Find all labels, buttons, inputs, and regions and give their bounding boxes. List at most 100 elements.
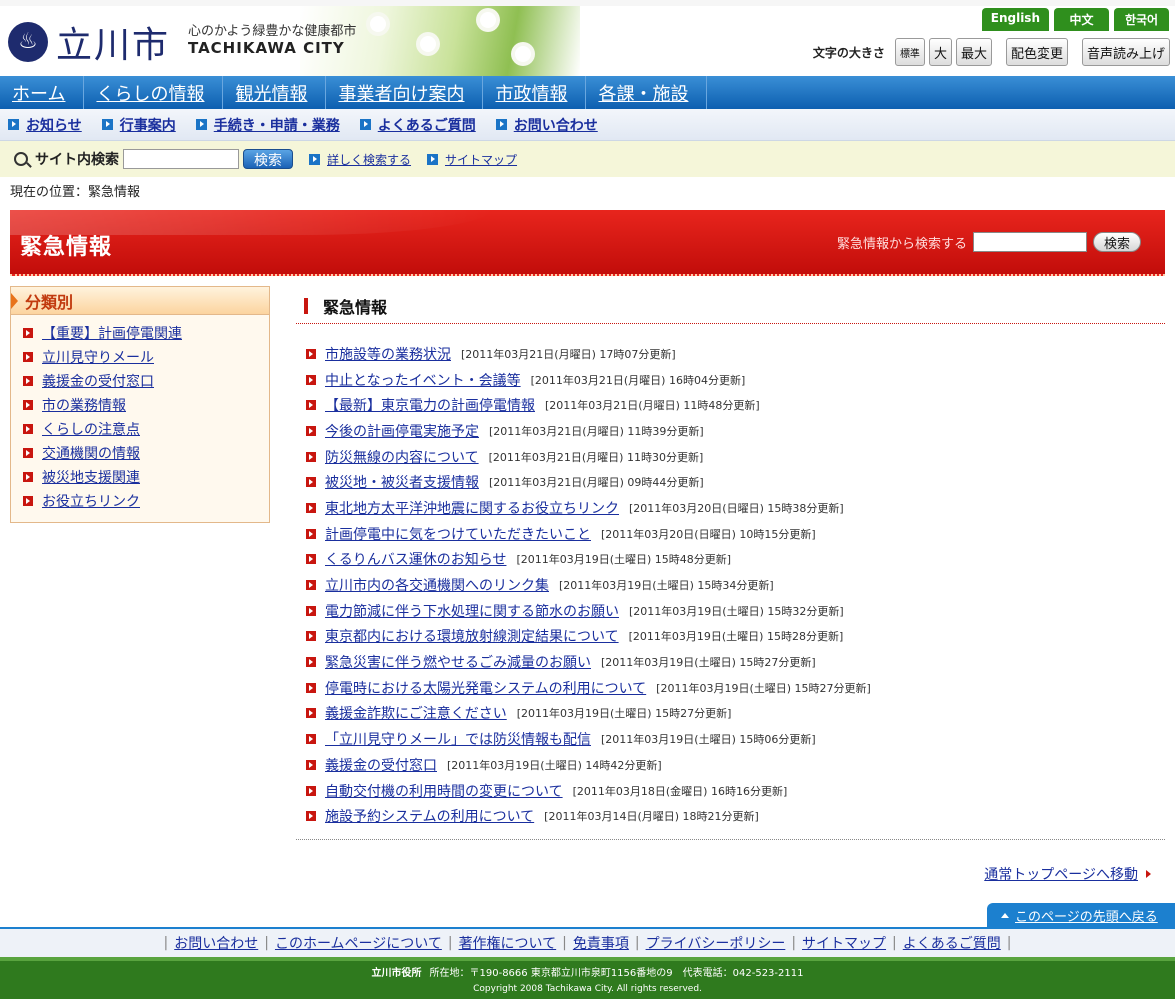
sidebar-item-link[interactable]: 【重要】計画停電関連 [42,323,182,343]
sidebar-item[interactable]: 交通機関の情報 [23,441,269,465]
news-item-date: [2011年03月18日(金曜日) 16時16分更新] [572,784,788,798]
snav-item-events[interactable]: 行事案内 [101,115,176,135]
footer-nav-link[interactable]: サイトマップ [802,933,886,953]
language-switcher: English 中文 한국어 [981,8,1169,31]
color-change-button[interactable]: 配色変更 [1005,38,1068,66]
news-item-link[interactable]: 東北地方太平洋沖地震に関するお役立ちリンク [325,498,619,518]
snav-item-faq[interactable]: よくあるご質問 [359,115,476,135]
news-item-date: [2011年03月19日(土曜日) 15時06分更新] [601,733,816,747]
sidebar-item-link[interactable]: 立川見守りメール [42,347,154,367]
news-item-link[interactable]: 義援金詐欺にご注意ください [325,703,507,723]
city-name-logo[interactable]: 立川市 [56,16,170,68]
voice-read-button[interactable]: 音声読み上げ [1081,38,1170,66]
news-item-link[interactable]: 市施設等の業務状況 [325,344,451,364]
news-item-link[interactable]: 電力節減に伴う下水処理に関する節水のお願い [325,601,619,621]
snav-link[interactable]: 手続き・申請・業務 [214,115,340,135]
emergency-search-button[interactable]: 検索 [1092,232,1141,252]
sitemap-link[interactable]: サイトマップ [427,151,517,168]
lang-english-button[interactable]: English [981,8,1049,31]
news-item-link[interactable]: 停電時における太陽光発電システムの利用について [325,678,646,698]
sidebar-item[interactable]: 【重要】計画停電関連 [23,321,269,345]
footer-nav-link[interactable]: お問い合わせ [174,933,258,953]
snav-item-procedures[interactable]: 手続き・申請・業務 [195,115,340,135]
arrow-icon [23,448,33,458]
sidebar-item[interactable]: 立川見守りメール [23,345,269,369]
page-top-button[interactable]: このページの先頭へ戻る [987,903,1175,927]
news-list: 市施設等の業務状況 [2011年03月21日(月曜日) 17時07分更新] 中止とな… [296,341,1165,829]
city-name-en: TACHIKAWA CITY [188,39,345,57]
footer-nav-link[interactable]: 免責事項 [573,933,629,953]
news-item: 義援金詐欺にご注意ください [2011年03月19日(土曜日) 15時27分更新] [306,701,1165,727]
sidebar-item[interactable]: 被災地支援関連 [23,465,269,489]
sidebar-item[interactable]: くらしの注意点 [23,417,269,441]
main-header: 緊急情報 [296,288,1165,324]
news-item-link[interactable]: 防災無線の内容について [325,447,479,467]
gnav-city-admin[interactable]: 市政情報 [483,76,587,109]
news-item-link[interactable]: 「立川見守りメール」では防災情報も配信 [325,729,591,749]
news-item-date: [2011年03月20日(日曜日) 15時38分更新] [629,501,844,515]
snav-link[interactable]: お問い合わせ [514,115,598,135]
news-item-link[interactable]: 緊急災害に伴う燃やせるごみ減量のお願い [325,652,591,672]
sidebar-item[interactable]: 市の業務情報 [23,393,269,417]
detailed-search-text[interactable]: 詳しく検索する [327,151,411,168]
sidebar-item-link[interactable]: 市の業務情報 [42,395,126,415]
news-item-link[interactable]: 義援金の受付窓口 [325,755,437,775]
category-sidebar: 分類別 【重要】計画停電関連 立川見守りメール 義援金の受付窓口 市の業務情報 くらしの… [10,286,270,523]
site-search-input[interactable] [123,149,239,169]
gnav-home[interactable]: ホーム [0,76,85,109]
news-item: 今後の計画停電実施予定 [2011年03月21日(月曜日) 11時39分更新] [306,418,1165,444]
text-size-large-button[interactable]: 大 [928,38,952,66]
page: ♨ 立川市 心のかよう緑豊かな健康都市 TACHIKAWA CITY Engli… [0,0,1175,999]
news-item-link[interactable]: くるりんバス運休のお知らせ [325,549,506,569]
news-item-link[interactable]: 今後の計画停電実施予定 [325,421,479,441]
text-size-max-button[interactable]: 最大 [955,38,992,66]
footer-nav-link[interactable]: このホームページについて [275,933,442,953]
text-size-label: 文字の大きさ [812,45,885,60]
news-item-link[interactable]: 立川市内の各交通機関へのリンク集 [325,575,549,595]
footer-nav-link[interactable]: プライバシーポリシー [646,933,786,953]
sidebar-item-link[interactable]: くらしの注意点 [42,419,140,439]
lang-korean-button[interactable]: 한국어 [1114,8,1169,31]
gnav-living[interactable]: くらしの情報 [84,76,224,109]
news-item-link[interactable]: 施設予約システムの利用について [325,806,534,826]
sidebar-item-link[interactable]: お役立ちリンク [42,491,140,511]
emergency-search-label: 緊急情報から検索する [836,236,967,252]
sidebar-item-link[interactable]: 義援金の受付窓口 [42,371,154,391]
news-item-link[interactable]: 被災地・被災者支援情報 [325,472,479,492]
news-item-link[interactable]: 計画停電中に気をつけていただきたいこと [325,524,591,544]
sidebar-item[interactable]: お役立ちリンク [23,489,269,513]
snav-link[interactable]: お知らせ [26,115,82,135]
news-item-link[interactable]: 中止となったイベント・会議等 [325,370,521,390]
gnav-departments[interactable]: 各課・施設 [586,76,708,109]
arrow-icon [306,502,316,513]
sidebar-item-link[interactable]: 交通機関の情報 [42,443,140,463]
news-item-link[interactable]: 東京都内における環境放射線測定結果について [325,626,619,646]
news-item-link[interactable]: 自動交付機の利用時間の変更について [325,781,563,801]
lang-chinese-button[interactable]: 中文 [1054,8,1109,31]
normal-top-page-text[interactable]: 通常トップページへ移動 [984,864,1138,884]
snav-link[interactable]: よくあるご質問 [378,115,476,135]
gnav-business[interactable]: 事業者向け案内 [326,76,484,109]
footer-nav-link[interactable]: よくあるご質問 [903,933,1001,953]
news-item-date: [2011年03月19日(土曜日) 15時28分更新] [628,630,844,644]
sidebar-item[interactable]: 義援金の受付窓口 [23,369,269,393]
footer-nav-link[interactable]: 著作権について [459,933,557,953]
sidebar-item-link[interactable]: 被災地支援関連 [42,467,140,487]
city-emblem-icon[interactable]: ♨ [8,22,48,62]
snav-item-news[interactable]: お知らせ [8,115,82,135]
snav-link[interactable]: 行事案内 [120,115,176,135]
text-size-standard-button[interactable]: 標準 [894,38,925,66]
detailed-search-link[interactable]: 詳しく検索する [309,151,411,168]
arrow-icon [309,153,320,165]
news-item-link[interactable]: 【最新】東京電力の計画停電情報 [325,395,535,415]
site-footer: 立川市役所 所在地：〒190-8666 東京都立川市泉町1156番地の9 代表電話… [0,957,1175,999]
news-item-date: [2011年03月19日(土曜日) 15時27分更新] [516,707,732,721]
snav-item-contact[interactable]: お問い合わせ [495,115,598,135]
gnav-tourism[interactable]: 観光情報 [223,76,327,109]
page-top-text[interactable]: このページの先頭へ戻る [1015,906,1158,925]
site-search-button[interactable]: 検索 [243,149,293,169]
emergency-search: 緊急情報から検索する 検索 [837,232,1141,252]
normal-top-page-link[interactable]: 通常トップページへ移動 [984,864,1151,884]
sitemap-text[interactable]: サイトマップ [445,151,517,168]
emergency-search-input[interactable] [972,232,1087,252]
